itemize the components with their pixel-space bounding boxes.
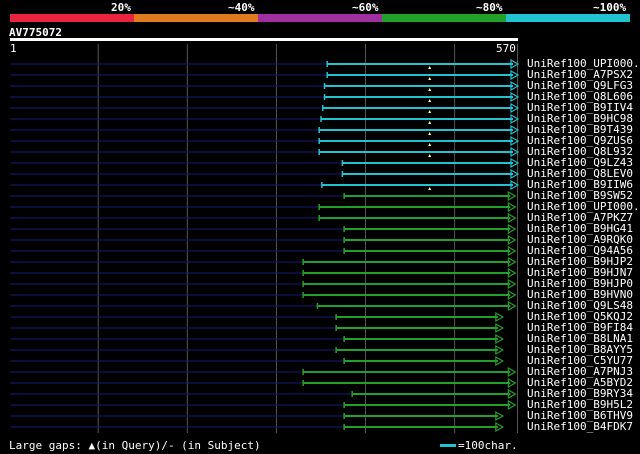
gap-marker-icon (428, 121, 432, 124)
gap-legend-note: Large gaps: ▲(in Query)/- (in Subject) (9, 439, 261, 452)
hit-label[interactable]: UniRef100_B4FDK7 (527, 421, 633, 432)
gap-marker-icon (428, 187, 432, 190)
scale-swatch (440, 444, 456, 447)
gap-marker-icon (428, 99, 432, 102)
gap-marker-icon (428, 88, 432, 91)
gap-marker-icon (428, 66, 432, 69)
gap-marker-icon (428, 143, 432, 146)
gap-marker-icon (428, 77, 432, 80)
gap-marker-icon (428, 110, 432, 113)
scale-label: =100char. (458, 439, 518, 452)
gap-marker-icon (428, 154, 432, 157)
gap-marker-icon (428, 132, 432, 135)
